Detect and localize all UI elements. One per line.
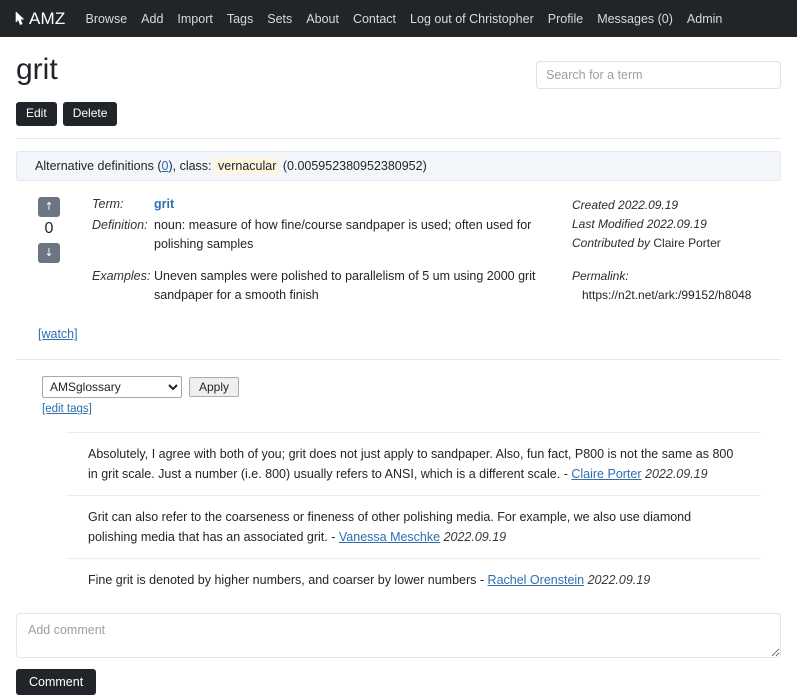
brand-label: AMZ [29, 8, 66, 28]
nav-item-contact[interactable]: Contact [353, 12, 396, 26]
comment-date: 2022.09.19 [645, 467, 708, 482]
watch-row: [watch] [16, 327, 781, 341]
arrow-up-icon[interactable]: ↑ [38, 196, 60, 217]
page-title: grit [16, 53, 58, 86]
nav-item-sets[interactable]: Sets [267, 12, 292, 26]
nav-item-admin[interactable]: Admin [687, 12, 722, 26]
delete-button[interactable]: Delete [62, 102, 118, 126]
comment-separator: - [563, 467, 568, 482]
nav-item-add[interactable]: Add [141, 12, 163, 26]
add-comment-input[interactable] [16, 613, 781, 659]
definition-block: ↑ 0 ↓ Term: grit Definition: noun: measu… [16, 195, 781, 308]
nav-item-browse[interactable]: Browse [85, 12, 127, 26]
alternative-definitions-banner: Alternative definitions (0), class: vern… [16, 150, 781, 181]
comment-author[interactable]: Claire Porter [571, 467, 641, 481]
apply-tag-button[interactable]: Apply [189, 377, 240, 398]
comment-item: Fine grit is denoted by higher numbers, … [66, 558, 761, 601]
modified-label: Last Modified [572, 216, 644, 231]
comment-author[interactable]: Vanessa Meschke [339, 530, 440, 544]
modified-value: 2022.09.19 [646, 216, 707, 231]
edit-button[interactable]: Edit [16, 102, 57, 126]
comment-author[interactable]: Rachel Orenstein [488, 573, 585, 587]
permalink-url[interactable]: https://n2t.net/ark:/99152/h8048 [572, 286, 772, 305]
comments-list: Absolutely, I agree with both of you; gr… [16, 432, 781, 601]
add-comment-section: Comment [0, 613, 797, 695]
alt-definitions-label: Alternative definitions [35, 158, 154, 173]
vote-score: 0 [44, 219, 54, 237]
modified-line: Last Modified 2022.09.19 [572, 215, 772, 234]
alt-definitions-count-wrap: (0), [157, 158, 177, 173]
cursor-pointer-icon [14, 11, 28, 29]
examples-label: Examples: [92, 268, 151, 283]
class-score: (0.005952380952380952) [282, 158, 427, 173]
comment-separator: - [479, 573, 485, 588]
action-buttons: Edit Delete [16, 102, 781, 126]
alt-definitions-count-link[interactable]: 0 [161, 159, 168, 173]
vote-widget: ↑ 0 ↓ [30, 195, 68, 308]
nav-links: Browse Add Import Tags Sets About Contac… [85, 12, 722, 26]
top-navigation-bar: AMZ Browse Add Import Tags Sets About Co… [0, 0, 797, 37]
nav-item-tags[interactable]: Tags [227, 12, 253, 26]
created-line: Created 2022.09.19 [572, 196, 772, 215]
nav-item-logout[interactable]: Log out of Christopher [410, 12, 534, 26]
contributed-value: Claire Porter [653, 235, 721, 250]
definition-value: noun: measure of how fine/course sandpap… [154, 217, 532, 252]
meta-spacer [572, 253, 772, 267]
comment-item: Grit can also refer to the coarseness or… [66, 495, 761, 558]
term-label: Term: [92, 196, 124, 211]
nav-item-import[interactable]: Import [177, 12, 212, 26]
class-label: class: [179, 158, 212, 173]
examples-row: Examples: Uneven samples were polished t… [92, 267, 562, 306]
contributor-line: Contributed by Claire Porter [572, 234, 772, 253]
metadata-panel: Created 2022.09.19 Last Modified 2022.09… [572, 195, 772, 308]
comment-date: 2022.09.19 [587, 573, 651, 588]
comment-item: Absolutely, I agree with both of you; gr… [66, 432, 761, 495]
contributed-label: Contributed by [572, 235, 651, 250]
created-label: Created [572, 197, 615, 212]
arrow-down-icon[interactable]: ↓ [38, 242, 60, 263]
brand-logo[interactable]: AMZ [14, 9, 65, 29]
tag-select[interactable]: AMSglossary [42, 376, 182, 399]
page-body: grit Edit Delete Alternative definitions… [0, 37, 797, 601]
nav-item-messages[interactable]: Messages (0) [597, 12, 673, 26]
title-row: grit [16, 37, 781, 89]
comment-date: 2022.09.19 [443, 530, 507, 545]
class-value-chip: vernacular [215, 157, 280, 174]
comment-body: Fine grit is denoted by higher numbers, … [88, 573, 477, 588]
search-input[interactable] [536, 61, 781, 89]
submit-comment-button[interactable]: Comment [16, 669, 97, 695]
definition-row: Definition: noun: measure of how fine/co… [92, 216, 562, 255]
nav-item-about[interactable]: About [306, 12, 339, 26]
definition-label: Definition: [92, 217, 148, 232]
tag-controls: AMSglossary Apply [16, 376, 781, 399]
term-value[interactable]: grit [154, 195, 174, 214]
nav-item-profile[interactable]: Profile [548, 12, 583, 26]
divider-top [16, 137, 781, 139]
comment-separator: - [331, 530, 336, 545]
watch-link[interactable]: [watch] [38, 327, 78, 341]
edit-tags-link[interactable]: [edit tags] [42, 403, 92, 415]
permalink-label: Permalink: [572, 269, 629, 284]
divider-middle [16, 359, 781, 361]
term-row: Term: grit [92, 195, 562, 214]
definition-fields: Term: grit Definition: noun: measure of … [68, 195, 572, 308]
edit-tags-row: [edit tags] [16, 403, 781, 415]
examples-value: Uneven samples were polished to parallel… [154, 268, 536, 303]
created-value: 2022.09.19 [618, 197, 679, 212]
